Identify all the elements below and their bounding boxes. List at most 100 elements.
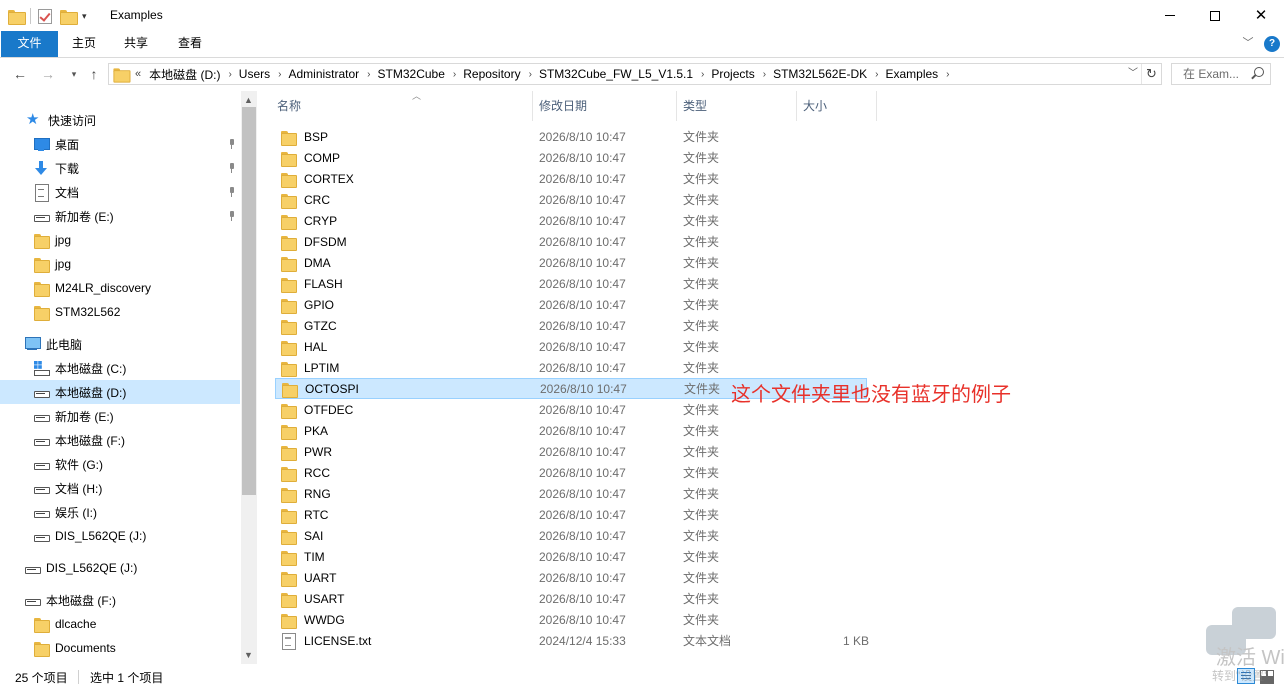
nav-item-folder[interactable]: jpg <box>0 252 240 276</box>
column-header-size[interactable]: 大小 <box>798 91 877 121</box>
new-folder-icon[interactable] <box>60 9 78 25</box>
nav-item-downloads[interactable]: 下载 <box>0 156 240 180</box>
nav-item-desktop[interactable]: 桌面 <box>0 132 240 156</box>
file-row[interactable]: RNG 2026/8/10 10:47 文件夹 <box>275 483 867 504</box>
breadcrumb-item[interactable]: STM32Cube <box>378 67 445 81</box>
folder-icon <box>280 486 297 503</box>
up-button[interactable]: ↑ <box>84 64 104 84</box>
nav-item-drive-e[interactable]: 新加卷 (E:) <box>0 204 240 228</box>
nav-item-drive-f[interactable]: 本地磁盘 (F:) <box>0 428 240 452</box>
chevron-right-icon[interactable]: › <box>367 69 370 80</box>
address-history-chevron-icon[interactable]: ﹀ <box>1126 64 1140 84</box>
file-row[interactable]: RCC 2026/8/10 10:47 文件夹 <box>275 462 867 483</box>
breadcrumb-item-current[interactable]: Examples <box>885 67 938 81</box>
scroll-down-icon[interactable]: ▼ <box>244 650 253 660</box>
pin-icon[interactable] <box>226 211 236 221</box>
back-button[interactable]: ← <box>10 64 30 84</box>
file-row[interactable]: FLASH 2026/8/10 10:47 文件夹 <box>275 273 867 294</box>
nav-item-f-drive[interactable]: 本地磁盘 (F:) <box>0 588 240 612</box>
breadcrumb-item[interactable]: Administrator <box>288 67 359 81</box>
file-row[interactable]: SAI 2026/8/10 10:47 文件夹 <box>275 525 867 546</box>
nav-item-drive-d[interactable]: 本地磁盘 (D:) <box>0 380 240 404</box>
nav-this-pc[interactable]: 此电脑 <box>0 332 240 356</box>
maximize-button[interactable] <box>1192 0 1238 31</box>
file-row[interactable]: HAL 2026/8/10 10:47 文件夹 <box>275 336 867 357</box>
customize-toolbar-chevron-icon[interactable]: ▾ <box>82 11 87 22</box>
file-row[interactable]: USART 2026/8/10 10:47 文件夹 <box>275 588 867 609</box>
file-row[interactable]: GTZC 2026/8/10 10:47 文件夹 <box>275 315 867 336</box>
nav-item-folder[interactable]: M24LR_discovery <box>0 276 240 300</box>
nav-item-drive-h[interactable]: 文档 (H:) <box>0 476 240 500</box>
chevron-right-icon[interactable]: › <box>875 69 878 80</box>
nav-item-folder[interactable]: jpg <box>0 228 240 252</box>
breadcrumb-item[interactable]: Users <box>239 67 270 81</box>
nav-item-folder[interactable]: Documents <box>0 636 240 660</box>
nav-quick-access[interactable]: 快速访问 <box>0 108 240 132</box>
file-row[interactable]: COMP 2026/8/10 10:47 文件夹 <box>275 147 867 168</box>
breadcrumb-overflow[interactable]: « <box>135 68 141 80</box>
pin-icon[interactable] <box>226 139 236 149</box>
file-row[interactable]: PWR 2026/8/10 10:47 文件夹 <box>275 441 867 462</box>
file-row[interactable]: CRC 2026/8/10 10:47 文件夹 <box>275 189 867 210</box>
nav-item-dis-drive[interactable]: DIS_L562QE (J:) <box>0 556 240 580</box>
address-bar[interactable]: « 本地磁盘 (D:) › Users › Administrator › STM32… <box>108 63 1162 85</box>
nav-item-drive-e[interactable]: 新加卷 (E:) <box>0 404 240 428</box>
file-row[interactable]: DFSDM 2026/8/10 10:47 文件夹 <box>275 231 867 252</box>
file-row[interactable]: RTC 2026/8/10 10:47 文件夹 <box>275 504 867 525</box>
pin-icon[interactable] <box>226 163 236 173</box>
close-button[interactable]: ✕ <box>1238 0 1284 31</box>
recent-locations-chevron-icon[interactable]: ▾ <box>64 64 84 84</box>
file-row[interactable]: LPTIM 2026/8/10 10:47 文件夹 <box>275 357 867 378</box>
file-row[interactable]: LICENSE.txt 2024/12/4 15:33 文本文档 1 KB <box>275 630 869 651</box>
tab-file[interactable]: 文件 <box>1 31 58 57</box>
breadcrumb-item[interactable]: STM32Cube_FW_L5_V1.5.1 <box>539 67 693 81</box>
refresh-icon[interactable]: ↻ <box>1141 64 1161 84</box>
tab-share[interactable]: 共享 <box>116 31 156 57</box>
file-row[interactable]: TIM 2026/8/10 10:47 文件夹 <box>275 546 867 567</box>
tab-home[interactable]: 主页 <box>64 31 104 57</box>
breadcrumb-item[interactable]: 本地磁盘 (D:) <box>149 66 220 83</box>
chevron-right-icon[interactable]: › <box>763 69 766 80</box>
breadcrumb-item[interactable]: Repository <box>463 67 520 81</box>
close-icon: ✕ <box>1254 7 1268 24</box>
tab-view[interactable]: 查看 <box>170 31 210 57</box>
file-row[interactable]: WWDG 2026/8/10 10:47 文件夹 <box>275 609 867 630</box>
file-row[interactable]: BSP 2026/8/10 10:47 文件夹 <box>275 126 867 147</box>
file-type: 文件夹 <box>683 571 720 585</box>
file-row[interactable]: UART 2026/8/10 10:47 文件夹 <box>275 567 867 588</box>
nav-item-drive-g[interactable]: 软件 (G:) <box>0 452 240 476</box>
nav-item-drive-j[interactable]: DIS_L562QE (J:) <box>0 524 240 548</box>
column-header-name[interactable]: 名称 ︿ <box>272 91 533 121</box>
chevron-right-icon[interactable]: › <box>453 69 456 80</box>
file-row[interactable]: PKA 2026/8/10 10:47 文件夹 <box>275 420 867 441</box>
file-row[interactable]: CRYP 2026/8/10 10:47 文件夹 <box>275 210 867 231</box>
nav-scrollbar[interactable]: ▲ ▼ <box>241 91 257 664</box>
properties-check-icon[interactable] <box>38 8 52 24</box>
chevron-right-icon[interactable]: › <box>278 69 281 80</box>
nav-item-folder[interactable]: STM32L562 <box>0 300 240 324</box>
nav-item-folder[interactable]: dlcache <box>0 612 240 636</box>
nav-item-drive-c[interactable]: 本地磁盘 (C:) <box>0 356 240 380</box>
chevron-right-icon[interactable]: › <box>529 69 532 80</box>
nav-item-drive-i[interactable]: 娱乐 (I:) <box>0 500 240 524</box>
chevron-right-icon[interactable]: › <box>701 69 704 80</box>
chevron-right-icon[interactable]: › <box>946 69 949 80</box>
breadcrumb-item[interactable]: STM32L562E-DK <box>773 67 867 81</box>
minimize-button[interactable] <box>1147 0 1193 31</box>
file-name: BSP <box>304 129 329 144</box>
nav-item-documents[interactable]: 文档 <box>0 180 240 204</box>
scroll-thumb[interactable] <box>242 107 256 495</box>
scroll-up-icon[interactable]: ▲ <box>244 95 253 105</box>
chevron-right-icon[interactable]: › <box>228 69 231 80</box>
search-input[interactable]: 在 Exam... <box>1171 63 1271 85</box>
help-icon[interactable]: ? <box>1264 36 1280 52</box>
column-header-type[interactable]: 类型 <box>678 91 797 121</box>
file-row[interactable]: DMA 2026/8/10 10:47 文件夹 <box>275 252 867 273</box>
file-row[interactable]: CORTEX 2026/8/10 10:47 文件夹 <box>275 168 867 189</box>
column-header-date[interactable]: 修改日期 <box>534 91 677 121</box>
expand-ribbon-chevron-icon[interactable]: ﹀ <box>1242 37 1254 49</box>
pin-icon[interactable] <box>226 187 236 197</box>
forward-button[interactable]: → <box>38 64 58 84</box>
file-row[interactable]: GPIO 2026/8/10 10:47 文件夹 <box>275 294 867 315</box>
breadcrumb-item[interactable]: Projects <box>711 67 754 81</box>
